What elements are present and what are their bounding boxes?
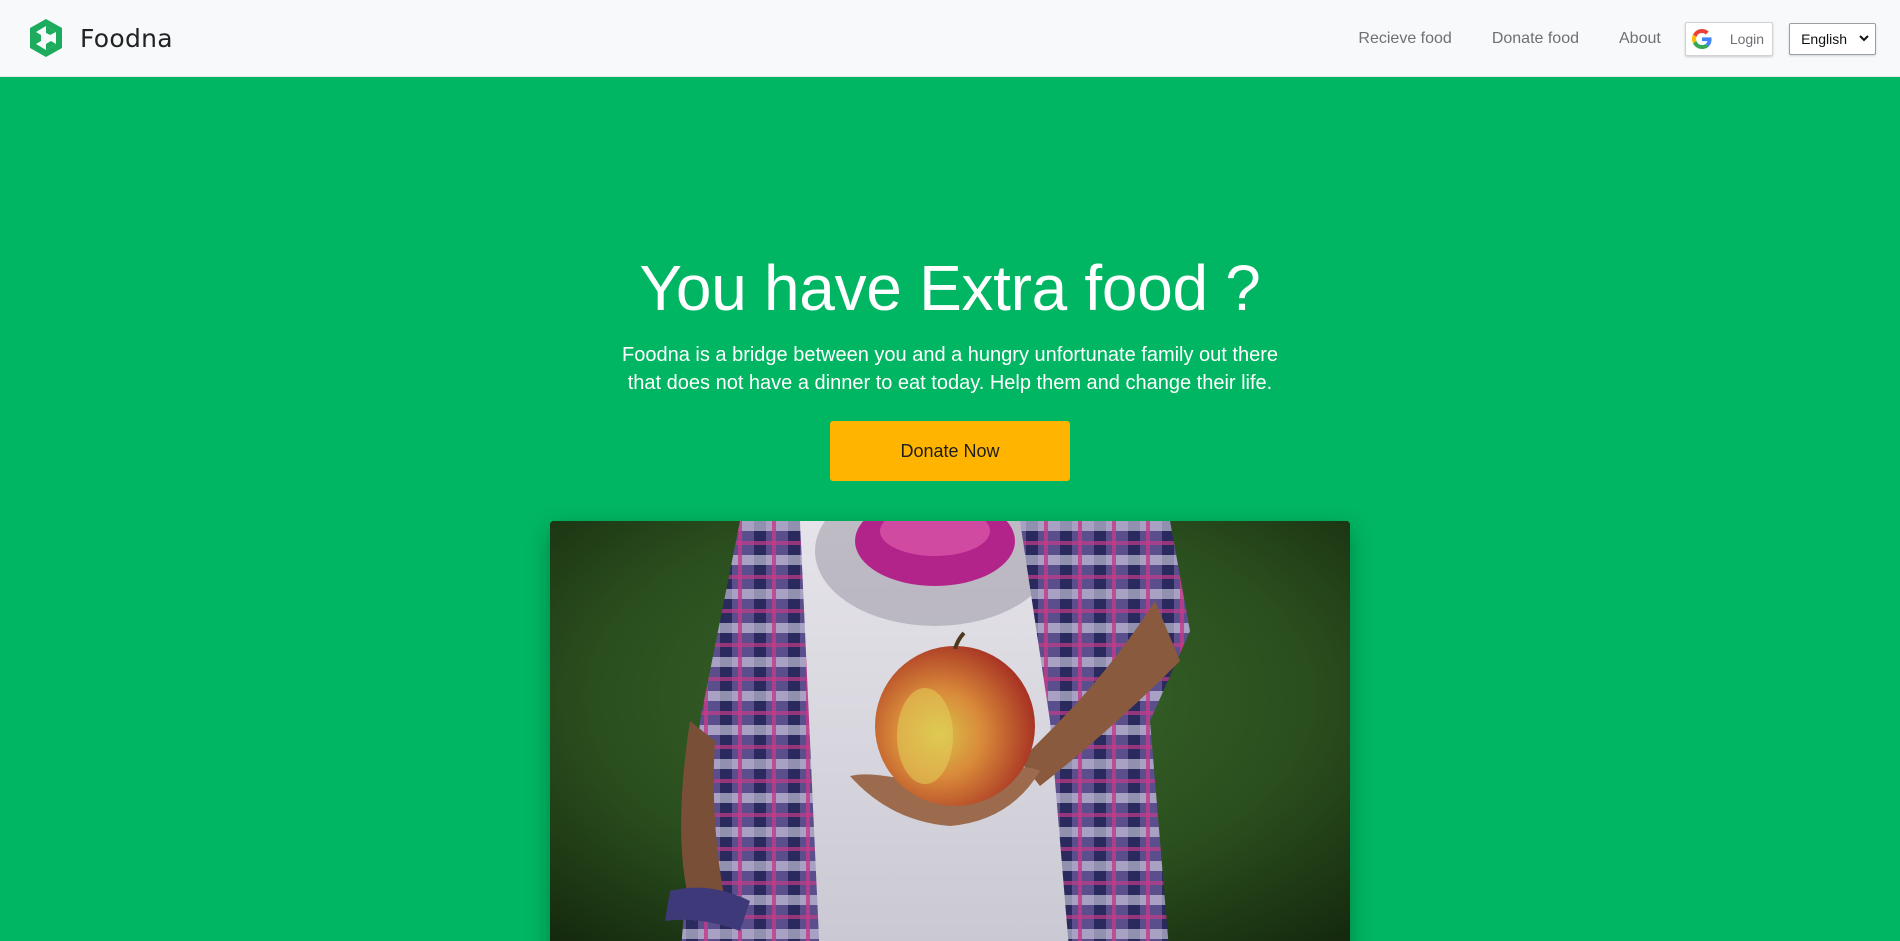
language-select[interactable]: English	[1789, 22, 1876, 55]
login-label: Login	[1729, 30, 1765, 47]
google-icon	[1691, 28, 1712, 49]
nav-link-receive-food[interactable]: Recieve food	[1358, 30, 1451, 48]
nav-link-donate-food[interactable]: Donate food	[1492, 30, 1579, 48]
google-login-button[interactable]: Login	[1684, 21, 1774, 56]
hero-subtitle: Foodna is a bridge between you and a hun…	[550, 341, 1350, 397]
language-selected-value: English	[1801, 30, 1847, 47]
hexagon-logo-icon	[30, 19, 62, 57]
nav-menu: Recieve food Donate food About Login Eng…	[1358, 0, 1900, 77]
hero-title: You have Extra food ?	[639, 252, 1261, 324]
hero-subtitle-line-1: Foodna is a bridge between you and a hun…	[622, 344, 1278, 366]
brand-name: Foodna	[80, 23, 173, 53]
photo-illustration	[550, 521, 1350, 941]
brand-link[interactable]: Foodna	[28, 18, 173, 58]
child-holding-apple-photo	[550, 521, 1350, 941]
navbar: Foodna Recieve food Donate food About Lo…	[0, 0, 1900, 77]
chevron-down-icon	[1859, 35, 1869, 42]
hero-subtitle-line-2: that does not have a dinner to eat today…	[627, 372, 1273, 394]
nav-link-about[interactable]: About	[1619, 30, 1661, 48]
donate-now-button[interactable]: Donate Now	[830, 421, 1070, 481]
